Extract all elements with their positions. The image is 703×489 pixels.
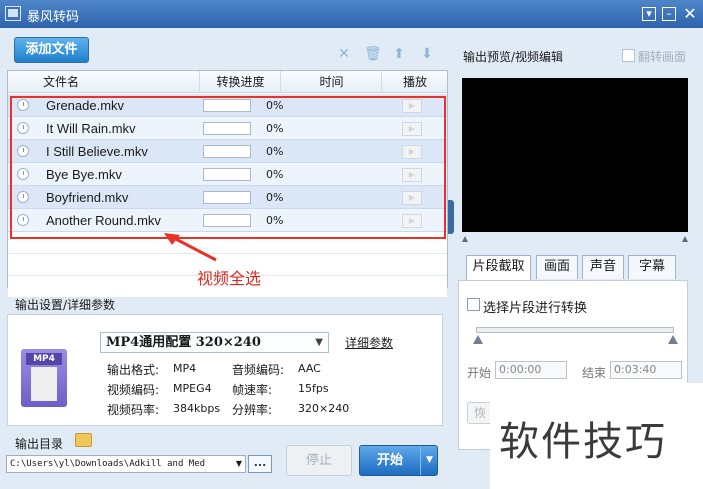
param-label: 分辨率: — [232, 403, 273, 417]
flip-checkbox[interactable] — [622, 49, 635, 62]
chevron-down-icon: ▼ — [235, 459, 242, 468]
param-format: 输出格式: — [107, 361, 159, 378]
param-label: 帧速率: — [232, 383, 273, 397]
end-time-label: 结束 — [582, 366, 607, 380]
preview-label: 输出预览/视频编辑 — [463, 50, 564, 64]
column-header-name[interactable]: 文件名 — [40, 71, 200, 93]
column-header-play[interactable]: 播放 — [382, 71, 448, 93]
range-start-handle-icon[interactable] — [473, 335, 483, 344]
panel-splitter[interactable] — [448, 70, 456, 470]
video-preview — [462, 78, 688, 232]
collapse-grip-icon[interactable] — [448, 200, 454, 234]
tab-picture[interactable]: 画面 — [536, 255, 578, 279]
menu-icon[interactable]: ▾ — [642, 7, 656, 21]
remove-icon[interactable]: ✕ — [337, 47, 351, 61]
selection-highlight-box — [10, 96, 446, 239]
file-badge: MP4 — [26, 353, 62, 365]
start-time-input[interactable]: 0:00:00 — [495, 361, 567, 379]
close-icon[interactable]: ✕ — [683, 6, 697, 22]
column-header-time[interactable]: 时间 — [282, 71, 382, 93]
param-video-codec: 视频编码: — [107, 381, 159, 398]
output-dir-label: 输出目录 — [15, 437, 64, 451]
param-bitrate: 视频码率: — [107, 401, 159, 418]
window-title: 暴风转码 — [27, 10, 80, 25]
param-framerate-value: 15fps — [298, 382, 329, 395]
seek-markers[interactable] — [462, 236, 688, 242]
move-down-icon[interactable]: ⬇ — [420, 47, 434, 61]
param-audio-codec-value: AAC — [298, 362, 321, 375]
annotation-arrow-icon — [164, 233, 217, 262]
app-logo-icon — [5, 6, 21, 21]
tab-sound[interactable]: 声音 — [582, 255, 624, 279]
file-list-header: 文件名 转换进度 时间 播放 — [8, 71, 447, 93]
watermark: 软件技巧 — [490, 383, 703, 489]
minimize-icon[interactable]: – — [662, 7, 676, 21]
start-button-label: 开始 — [376, 453, 403, 468]
chevron-down-icon[interactable]: ▼ — [420, 446, 438, 475]
output-path-select[interactable]: C:\Users\yl\Downloads\Adkill and Med ▼ — [6, 455, 246, 473]
param-video-codec-value: MPEG4 — [173, 382, 212, 395]
annotation-label: 视频全选 — [197, 269, 262, 288]
param-resolution-value: 320×240 — [298, 402, 350, 415]
range-end-handle-icon[interactable] — [668, 335, 678, 344]
start-time-label: 开始 — [467, 366, 492, 380]
param-resolution: 分辨率: — [232, 401, 272, 418]
mp4-file-icon: MP4 — [21, 349, 67, 407]
output-path-value: C:\Users\yl\Downloads\Adkill and Med — [10, 459, 206, 469]
clip-range-slider[interactable] — [476, 327, 674, 333]
stop-button[interactable]: 停止 — [286, 445, 352, 476]
start-button[interactable]: 开始 ▼ — [359, 445, 438, 476]
film-page-icon — [31, 367, 57, 401]
param-label: 输出格式: — [107, 363, 160, 377]
param-label: 音频编码: — [232, 363, 285, 377]
detail-params-link[interactable]: 详细参数 — [345, 334, 393, 351]
clip-checkbox[interactable] — [467, 298, 480, 311]
browse-button[interactable]: ... — [248, 455, 272, 473]
chevron-down-icon: ▼ — [315, 337, 323, 348]
output-settings-label: 输出设置/详细参数 — [15, 298, 116, 312]
column-header-progress[interactable]: 转换进度 — [201, 71, 281, 93]
folder-icon[interactable] — [75, 433, 92, 447]
param-format-value: MP4 — [173, 362, 197, 375]
param-framerate: 帧速率: — [232, 381, 272, 398]
param-bitrate-value: 384kbps — [173, 402, 221, 415]
profile-value: MP4通用配置 320×240 — [106, 335, 261, 350]
output-settings-panel: MP4 MP4通用配置 320×240 ▼ 详细参数 输出格式: MP4 音频编… — [7, 314, 443, 426]
param-audio-codec: 音频编码: — [232, 361, 284, 378]
app-window: 暴风转码 ▾ – ✕ 添加文件 ✕ 🗑 ⬆ ⬇ 文件名 转换进度 时间 播放 G… — [0, 0, 703, 489]
title-bar[interactable]: 暴风转码 ▾ – ✕ — [0, 0, 703, 28]
profile-select[interactable]: MP4通用配置 320×240 ▼ — [100, 332, 329, 353]
param-label: 视频编码: — [107, 383, 160, 397]
flip-label: 翻转画面 — [638, 50, 687, 64]
add-file-button[interactable]: 添加文件 — [14, 37, 89, 63]
end-time-input[interactable]: 0:03:40 — [610, 361, 682, 379]
param-label: 视频码率: — [107, 403, 160, 417]
clip-checkbox-label: 选择片段进行转换 — [483, 301, 588, 316]
watermark-text: 软件技巧 — [499, 419, 667, 465]
trash-icon[interactable]: 🗑 — [364, 47, 382, 61]
tab-clip[interactable]: 片段截取 — [466, 255, 531, 281]
move-up-icon[interactable]: ⬆ — [392, 47, 406, 61]
tab-subtitle[interactable]: 字幕 — [628, 255, 676, 279]
